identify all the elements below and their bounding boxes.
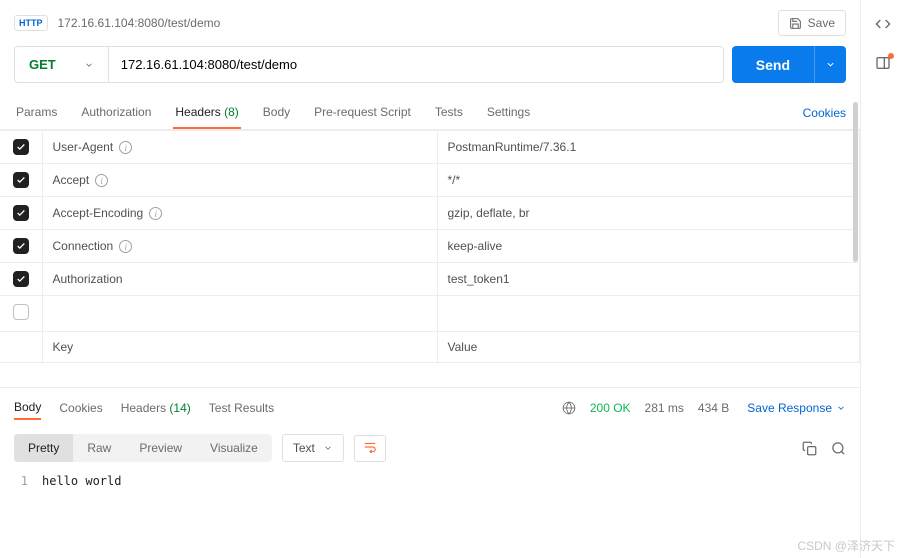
header-row: Accepti*/*	[0, 164, 860, 197]
view-raw[interactable]: Raw	[73, 434, 125, 462]
view-preview[interactable]: Preview	[125, 434, 196, 462]
save-button[interactable]: Save	[778, 10, 846, 36]
resp-tab-headers[interactable]: Headers (14)	[121, 397, 191, 419]
view-pretty[interactable]: Pretty	[14, 434, 73, 462]
notification-dot	[888, 53, 894, 59]
header-key[interactable]: Connectioni	[42, 230, 437, 263]
tab-body[interactable]: Body	[261, 97, 292, 129]
header-row: Connectionikeep-alive	[0, 230, 860, 263]
save-response-button[interactable]: Save Response	[747, 401, 846, 415]
sidebar-panel-icon[interactable]	[875, 55, 891, 74]
tab-tests[interactable]: Tests	[433, 97, 465, 129]
save-icon	[789, 17, 802, 30]
header-checkbox[interactable]	[13, 172, 29, 188]
tab-headers-label: Headers	[175, 105, 220, 119]
tab-headers[interactable]: Headers (8)	[173, 97, 240, 129]
copy-icon[interactable]	[802, 441, 817, 456]
watermark: CSDN @泽济天下	[797, 537, 895, 554]
header-key-placeholder[interactable]: Key	[42, 332, 437, 363]
tab-settings[interactable]: Settings	[485, 97, 532, 129]
header-row: Authorizationtest_token1	[0, 263, 860, 296]
header-value[interactable]	[437, 296, 860, 332]
header-checkbox[interactable]	[13, 139, 29, 155]
http-badge: HTTP	[14, 15, 48, 31]
info-icon: i	[149, 207, 162, 220]
tab-params[interactable]: Params	[14, 97, 59, 129]
chevron-down-icon	[836, 403, 846, 413]
header-value[interactable]: */*	[437, 164, 860, 197]
header-checkbox[interactable]	[13, 304, 29, 320]
status-code: 200 OK	[590, 401, 631, 415]
globe-icon	[562, 401, 576, 415]
header-key[interactable]: Accepti	[42, 164, 437, 197]
line-number: 1	[14, 474, 42, 488]
header-key[interactable]: Accept-Encodingi	[42, 197, 437, 230]
line-text: hello world	[42, 474, 121, 488]
wrap-toggle[interactable]	[354, 435, 386, 462]
chevron-down-icon	[84, 60, 94, 70]
header-checkbox[interactable]	[13, 205, 29, 221]
resp-tab-headers-count: (14)	[169, 401, 190, 415]
method-label: GET	[29, 57, 56, 72]
info-icon: i	[95, 174, 108, 187]
header-value[interactable]: keep-alive	[437, 230, 860, 263]
search-icon[interactable]	[831, 441, 846, 456]
header-key[interactable]: User-Agenti	[42, 131, 437, 164]
header-value[interactable]: PostmanRuntime/7.36.1	[437, 131, 860, 164]
cookies-link[interactable]: Cookies	[803, 98, 846, 128]
status-size: 434 B	[698, 401, 729, 415]
view-segment: Pretty Raw Preview Visualize	[14, 434, 272, 462]
resp-tab-cookies[interactable]: Cookies	[59, 397, 102, 419]
method-dropdown[interactable]: GET	[15, 47, 109, 82]
send-dropdown[interactable]	[814, 46, 846, 83]
url-input[interactable]	[109, 47, 723, 82]
info-icon: i	[119, 141, 132, 154]
header-checkbox[interactable]	[13, 238, 29, 254]
format-dropdown[interactable]: Text	[282, 434, 344, 462]
header-checkbox[interactable]	[13, 271, 29, 287]
tab-headers-count: (8)	[224, 105, 239, 119]
save-response-label: Save Response	[747, 401, 832, 415]
sidebar-code-icon[interactable]	[875, 16, 891, 35]
headers-table: User-AgentiPostmanRuntime/7.36.1Accepti*…	[0, 130, 860, 363]
format-label: Text	[293, 441, 315, 455]
header-value[interactable]: test_token1	[437, 263, 860, 296]
status-time: 281 ms	[645, 401, 684, 415]
header-row	[0, 296, 860, 332]
chevron-down-icon	[323, 443, 333, 453]
header-row: User-AgentiPostmanRuntime/7.36.1	[0, 131, 860, 164]
header-value-placeholder[interactable]: Value	[437, 332, 860, 363]
tab-authorization[interactable]: Authorization	[79, 97, 153, 129]
save-label: Save	[808, 16, 835, 30]
resp-tab-body[interactable]: Body	[14, 396, 41, 420]
resp-tab-tests[interactable]: Test Results	[209, 397, 274, 419]
header-key[interactable]: Authorization	[42, 263, 437, 296]
send-button[interactable]: Send	[732, 46, 814, 83]
scrollbar[interactable]	[853, 102, 858, 262]
chevron-down-icon	[825, 59, 836, 70]
header-key[interactable]	[42, 296, 437, 332]
tab-prerequest[interactable]: Pre-request Script	[312, 97, 413, 129]
wrap-icon	[363, 441, 377, 453]
view-visualize[interactable]: Visualize	[196, 434, 272, 462]
breadcrumb: 172.16.61.104:8080/test/demo	[58, 16, 768, 30]
header-value[interactable]: gzip, deflate, br	[437, 197, 860, 230]
header-row: Accept-Encodingigzip, deflate, br	[0, 197, 860, 230]
info-icon: i	[119, 240, 132, 253]
resp-tab-headers-label: Headers	[121, 401, 166, 415]
